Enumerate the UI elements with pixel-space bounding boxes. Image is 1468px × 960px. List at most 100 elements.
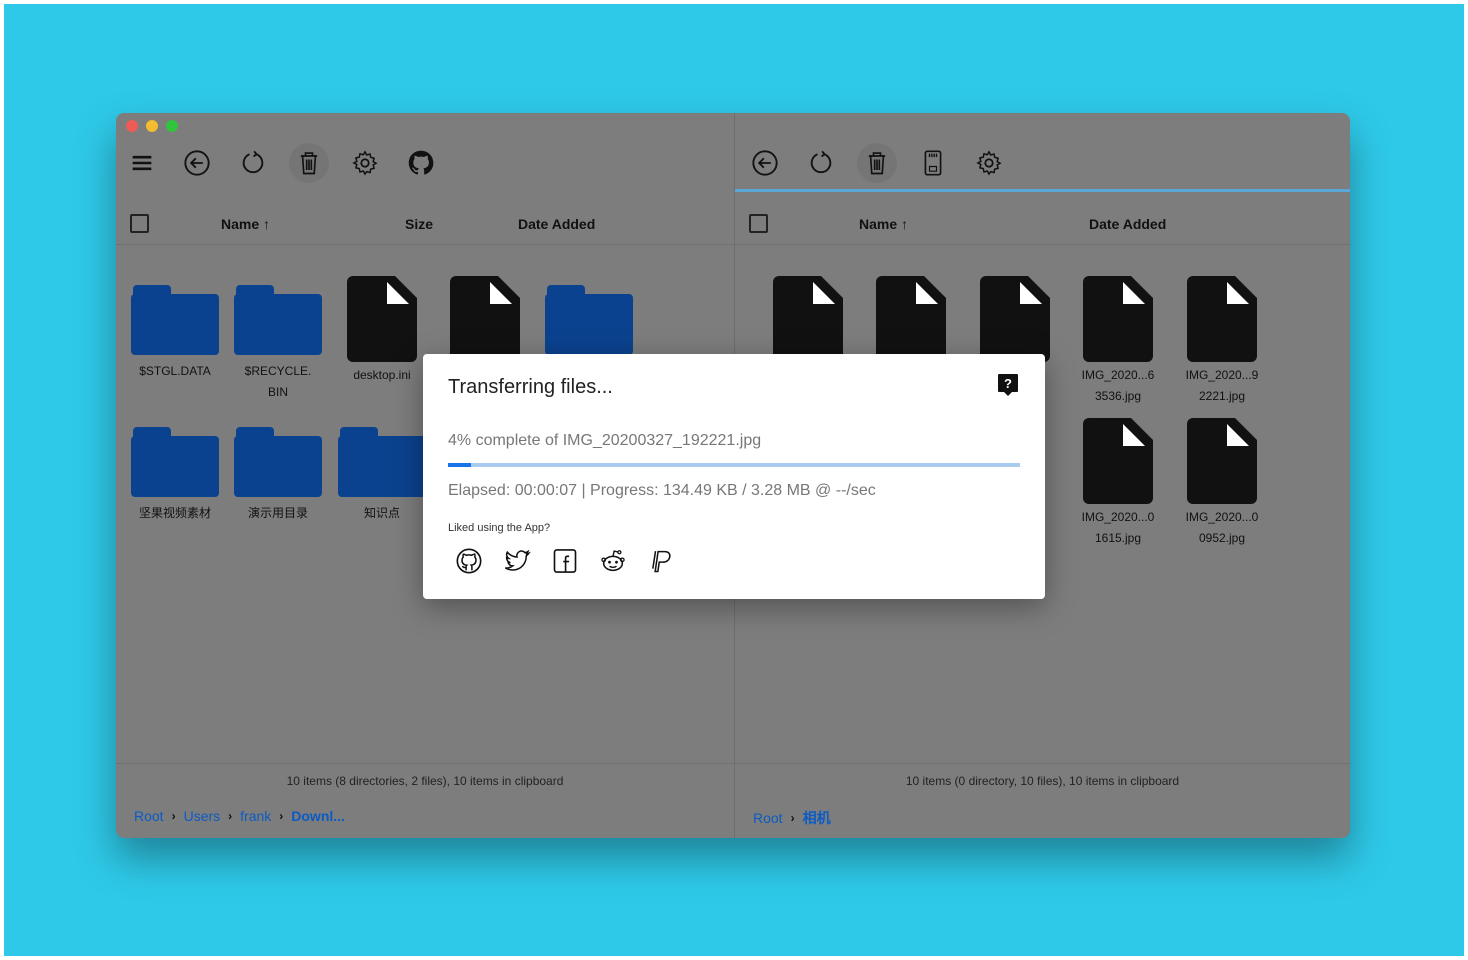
back-button[interactable] — [177, 143, 217, 183]
social-links — [455, 547, 675, 575]
liked-prompt: Liked using the App? — [448, 522, 551, 534]
file-icon — [347, 276, 417, 362]
item-label: 坚果视频素材 — [138, 506, 211, 520]
facebook-icon — [553, 549, 577, 573]
file-icon — [1083, 418, 1153, 504]
date-column-header[interactable]: Date Added — [518, 216, 595, 232]
menu-button[interactable] — [122, 143, 162, 183]
back-button[interactable] — [745, 143, 785, 183]
file-icon — [876, 276, 946, 362]
list-item[interactable]: IMG_2020...0 1615.jpg — [1068, 418, 1168, 549]
left-column-header: Name ↑ Size Date Added — [116, 205, 734, 245]
status-text: 10 items (8 directories, 2 files), 10 it… — [286, 774, 564, 788]
folder-icon — [545, 285, 633, 355]
paypal-link[interactable] — [647, 547, 675, 575]
sd-card-icon — [924, 150, 942, 176]
help-icon: ? — [998, 374, 1018, 396]
breadcrumb-current[interactable]: 相机 — [803, 808, 831, 828]
chevron-right-icon: › — [790, 811, 795, 825]
delete-button[interactable] — [289, 143, 329, 183]
paypal-icon — [652, 550, 671, 573]
settings-button[interactable] — [969, 143, 1009, 183]
list-item[interactable]: 演示用目录 — [228, 427, 328, 524]
item-label: IMG_2020...0 1615.jpg — [1081, 510, 1155, 545]
delete-button[interactable] — [857, 143, 897, 183]
chevron-right-icon: › — [171, 809, 176, 823]
breadcrumb-users[interactable]: Users — [184, 808, 221, 824]
chevron-right-icon: › — [279, 809, 284, 823]
list-item[interactable] — [861, 276, 961, 362]
list-item[interactable]: $RECYCLE.BIN — [228, 285, 328, 403]
help-button[interactable]: ? — [997, 373, 1019, 397]
menu-icon — [132, 155, 152, 171]
github-button[interactable] — [401, 143, 441, 183]
size-column-header[interactable]: Size — [405, 216, 433, 232]
facebook-link[interactable] — [551, 547, 579, 575]
progress-stats-text: Elapsed: 00:00:07 | Progress: 134.49 KB … — [448, 482, 876, 499]
breadcrumb-current[interactable]: Downl... — [291, 808, 345, 824]
github-icon — [456, 548, 482, 574]
list-item[interactable]: $STGL.DATA — [125, 285, 225, 382]
item-label: 知识点 — [363, 506, 400, 520]
list-item[interactable]: 坚果视频素材 — [125, 427, 225, 524]
sort-arrow-icon: ↑ — [263, 216, 271, 232]
list-item[interactable] — [435, 276, 535, 362]
refresh-icon — [810, 150, 832, 174]
dialog-title: Transferring files... — [448, 376, 613, 398]
breadcrumb-frank[interactable]: frank — [240, 808, 271, 824]
item-label: 演示用目录 — [247, 506, 308, 520]
file-icon — [1187, 418, 1257, 504]
breadcrumb: Root › 相机 — [753, 808, 831, 828]
progress-fill — [448, 463, 471, 467]
breadcrumb-root[interactable]: Root — [753, 810, 783, 826]
folder-icon — [131, 285, 219, 355]
item-label: desktop.ini — [353, 368, 411, 382]
gear-icon — [976, 150, 1002, 176]
list-item[interactable]: desktop.ini — [332, 276, 432, 386]
settings-button[interactable] — [345, 143, 385, 183]
file-icon — [1083, 276, 1153, 362]
list-item[interactable] — [539, 285, 639, 355]
folder-icon — [234, 285, 322, 355]
item-label: IMG_2020...9 2221.jpg — [1185, 368, 1259, 403]
back-icon — [752, 150, 778, 176]
item-label: IMG_2020...6 3536.jpg — [1081, 368, 1155, 403]
breadcrumb-root[interactable]: Root — [134, 808, 164, 824]
list-item[interactable] — [758, 276, 858, 362]
refresh-button[interactable] — [801, 143, 841, 183]
progress-bar — [448, 463, 1020, 467]
trash-icon — [868, 152, 886, 175]
name-column-header[interactable]: Name ↑ — [859, 216, 908, 232]
item-label: IMG_2020...0 0952.jpg — [1185, 510, 1259, 545]
file-icon — [1187, 276, 1257, 362]
list-item[interactable] — [965, 276, 1065, 362]
reddit-link[interactable] — [599, 547, 627, 575]
github-icon — [408, 150, 434, 175]
refresh-button[interactable] — [233, 143, 273, 183]
date-column-header[interactable]: Date Added — [1089, 216, 1166, 232]
gear-icon — [352, 150, 378, 176]
loading-indicator — [735, 189, 1350, 192]
list-item[interactable]: IMG_2020...9 2221.jpg — [1172, 276, 1272, 407]
select-all-checkbox[interactable] — [749, 214, 768, 233]
github-link[interactable] — [455, 547, 483, 575]
sort-arrow-icon: ↑ — [901, 216, 909, 232]
select-all-checkbox[interactable] — [130, 214, 149, 233]
chevron-right-icon: › — [228, 809, 233, 823]
twitter-link[interactable] — [503, 547, 531, 575]
sd-card-button[interactable] — [913, 143, 953, 183]
right-column-header: Name ↑ Date Added — [735, 205, 1350, 245]
list-item[interactable]: IMG_2020...6 3536.jpg — [1068, 276, 1168, 407]
twitter-icon — [504, 549, 531, 571]
item-label: $RECYCLE.BIN — [244, 364, 312, 399]
trash-icon — [300, 152, 318, 175]
list-item[interactable]: 知识点 — [332, 427, 432, 524]
item-label: $STGL.DATA — [139, 364, 211, 378]
list-item[interactable]: IMG_2020...0 0952.jpg — [1172, 418, 1272, 549]
folder-icon — [131, 427, 219, 497]
left-toolbar — [116, 141, 734, 185]
svg-text:?: ? — [1004, 376, 1012, 391]
refresh-icon — [242, 150, 264, 174]
left-footer: 10 items (8 directories, 2 files), 10 it… — [116, 763, 734, 838]
name-column-header[interactable]: Name ↑ — [221, 216, 270, 232]
